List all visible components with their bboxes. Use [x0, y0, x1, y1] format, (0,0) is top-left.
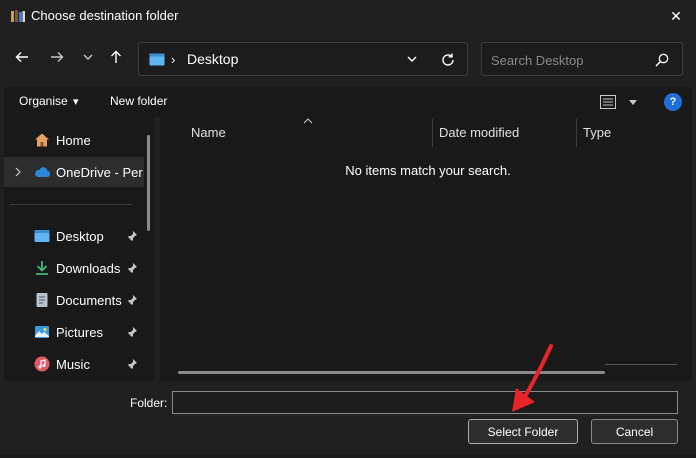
search-input[interactable]: [491, 50, 651, 70]
organise-menu-button[interactable]: Organise ▾: [19, 94, 79, 108]
sidebar-item-label: Desktop: [56, 229, 104, 244]
details-view-icon: [600, 95, 616, 109]
music-icon: [34, 356, 50, 372]
sidebar-item-label: Music: [56, 357, 90, 372]
window-title: Choose destination folder: [31, 8, 179, 23]
folder-name-input[interactable]: [172, 391, 678, 414]
file-list-pane: Name Date modified Type No items match y…: [160, 117, 692, 381]
search-icon: [655, 53, 669, 67]
sidebar-item-label: Home: [56, 133, 91, 148]
sidebar-item-onedrive[interactable]: OneDrive - Per: [4, 157, 144, 187]
onedrive-cloud-icon: [35, 167, 50, 178]
desktop-folder-icon: [149, 53, 165, 66]
refresh-icon[interactable]: [439, 51, 457, 69]
sidebar-item-label: Downloads: [56, 261, 121, 276]
sidebar-item-downloads[interactable]: Downloads: [4, 253, 144, 283]
sidebar-item-music[interactable]: Music: [4, 349, 144, 379]
pin-icon[interactable]: [126, 358, 138, 370]
document-icon: [36, 293, 48, 307]
dialog-footer: Folder: Select Folder Cancel: [0, 381, 696, 458]
column-header-type[interactable]: Type: [583, 125, 611, 140]
column-header-date-modified[interactable]: Date modified: [439, 125, 519, 140]
download-arrow-icon: [36, 261, 48, 275]
close-button[interactable]: ✕: [656, 0, 696, 32]
scrollbar-track: [605, 364, 677, 365]
recent-locations-button[interactable]: [76, 45, 100, 69]
sidebar-item-desktop[interactable]: Desktop: [4, 221, 144, 251]
sidebar-item-label: Pictures: [56, 325, 103, 340]
navigation-pane: Home OneDrive - Per Desktop Downloads Do…: [4, 117, 154, 381]
sidebar-item-label: OneDrive - Per: [56, 165, 143, 180]
sidebar-item-documents[interactable]: Documents: [4, 285, 144, 315]
sidebar-scrollbar[interactable]: [147, 135, 150, 231]
caret-down-icon: [629, 100, 637, 105]
pin-icon[interactable]: [126, 230, 138, 242]
sidebar-divider: [10, 204, 132, 205]
column-header-name[interactable]: Name: [191, 125, 226, 140]
pin-icon[interactable]: [126, 294, 138, 306]
forward-button[interactable]: [45, 45, 69, 69]
breadcrumb-separator: ›: [171, 52, 176, 67]
sort-ascending-icon: [303, 118, 313, 124]
chevron-down-icon[interactable]: [404, 51, 420, 67]
pin-icon[interactable]: [126, 262, 138, 274]
help-icon: ?: [669, 96, 677, 108]
caret-down-icon: ▾: [73, 96, 79, 108]
cancel-button[interactable]: Cancel: [591, 419, 678, 444]
empty-folder-message: No items match your search.: [345, 163, 511, 178]
home-icon: [35, 133, 49, 147]
arrow-right-icon: [51, 52, 64, 62]
arrow-up-icon: [111, 50, 121, 63]
sidebar-item-home[interactable]: Home: [4, 125, 144, 155]
chevron-right-icon[interactable]: [12, 166, 24, 178]
pictures-icon: [35, 326, 49, 338]
help-button[interactable]: ?: [664, 93, 682, 111]
address-bar[interactable]: › Desktop: [138, 42, 468, 76]
chevron-down-icon: [83, 54, 93, 60]
desktop-folder-icon: [34, 230, 50, 242]
arrow-left-icon: [15, 52, 28, 62]
select-folder-button[interactable]: Select Folder: [468, 419, 578, 444]
horizontal-scrollbar[interactable]: [178, 371, 605, 374]
sidebar-item-pictures[interactable]: Pictures: [4, 317, 144, 347]
command-toolbar: Organise ▾ New folder ?: [4, 87, 692, 117]
new-folder-button[interactable]: New folder: [110, 94, 167, 108]
organise-label: Organise: [19, 94, 68, 108]
sidebar-item-label: Documents: [56, 293, 122, 308]
breadcrumb-desktop[interactable]: Desktop: [187, 51, 238, 67]
navigation-bar: › Desktop: [0, 32, 696, 86]
column-separator[interactable]: [432, 119, 433, 147]
library-books-icon: [11, 10, 25, 22]
up-button[interactable]: [104, 45, 128, 69]
new-folder-label: New folder: [110, 94, 168, 108]
folder-label: Folder:: [130, 396, 168, 410]
pin-icon[interactable]: [126, 326, 138, 338]
change-view-button[interactable]: [600, 94, 640, 112]
column-separator[interactable]: [576, 119, 577, 147]
close-icon: ✕: [670, 7, 682, 24]
title-bar: Choose destination folder ✕: [0, 0, 696, 32]
search-box: [481, 42, 683, 76]
back-button[interactable]: [10, 45, 34, 69]
